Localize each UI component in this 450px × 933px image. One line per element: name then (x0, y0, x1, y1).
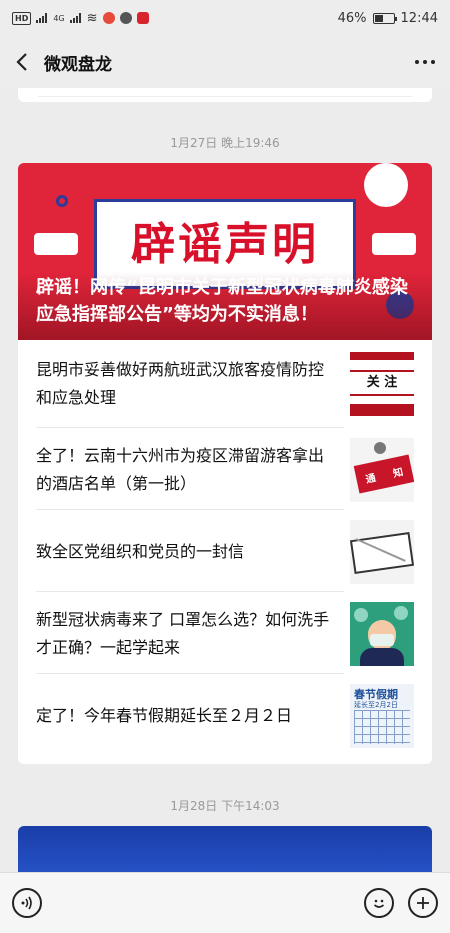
back-button[interactable] (0, 36, 44, 88)
more-dot (431, 60, 435, 64)
divider (36, 427, 344, 428)
list-item[interactable]: 昆明市妥善做好两航班武汉旅客疫情防控和应急处理 关 注 (36, 343, 414, 425)
status-left: HD 4G ≋ (12, 11, 149, 26)
item-title: 定了！今年春节假期延长至２月２日 (36, 706, 293, 725)
more-horizontal-icon (415, 60, 419, 64)
article-card: 辟谣声明 辟谣！网传“昆明市关于新型冠状病毒肺炎感染应急指挥部公告”等均为不实消… (18, 163, 432, 764)
network-type: 4G (53, 13, 65, 23)
battery-fill (374, 14, 383, 22)
decor-dot (364, 163, 408, 207)
plus-icon (417, 897, 429, 909)
more-button[interactable] (400, 36, 450, 88)
pin-icon (374, 442, 386, 454)
hd-chip: HD (12, 11, 32, 25)
previous-message-card[interactable] (18, 88, 432, 102)
thumb-label: 关 注 (350, 370, 414, 396)
emoji-button[interactable] (364, 888, 394, 918)
mask (370, 634, 394, 646)
item-title: 新型冠状病毒来了 口罩怎么选？如何洗手才正确？一起学起来 (36, 610, 330, 657)
status-bar: HD 4G ≋ 46% 12:44 (0, 0, 450, 36)
divider (36, 673, 344, 674)
signal-icon (36, 13, 48, 23)
body (360, 648, 404, 666)
status-right: 46% 12:44 (338, 11, 438, 26)
more-dot (423, 60, 427, 64)
bottom-right-buttons (364, 888, 438, 918)
thumb-band (350, 352, 414, 360)
divider (36, 591, 344, 592)
chevron-left-icon (16, 53, 27, 71)
thumb-char: 通 (364, 472, 377, 486)
chat-notification-icon (119, 12, 132, 24)
nav-bar: 微观盘龙 (0, 36, 450, 88)
calendar-thumbnail: 春节假期 延长至2月2日 (350, 684, 414, 748)
bottom-input-bar (0, 872, 450, 933)
list-item[interactable]: 全了！云南十六州市为疫区滞留游客拿出的酒店名单（第一批） 通 知 (36, 429, 414, 511)
hero-title: 辟谣！网传“昆明市关于新型冠状病毒肺炎感染应急指挥部公告”等均为不实消息！ (36, 277, 408, 325)
divider (36, 509, 344, 510)
voice-icon (21, 896, 32, 910)
item-title: 致全区党组织和党员的一封信 (36, 542, 245, 561)
list-item[interactable]: 定了！今年春节假期延长至２月２日 春节假期 延长至2月2日 (36, 675, 414, 757)
page-title: 微观盘龙 (44, 54, 112, 75)
item-title: 全了！云南十六州市为疫区滞留游客拿出的酒店名单（第一批） (36, 446, 325, 493)
decor-dot (56, 195, 68, 207)
thumb-band (350, 404, 414, 416)
app-notification-icon (102, 12, 115, 24)
clock: 12:44 (400, 10, 438, 26)
list-item[interactable]: 新型冠状病毒来了 口罩怎么选？如何洗手才正确？一起学起来 (36, 593, 414, 675)
thumb-plate: 通 知 (353, 454, 414, 494)
message-timestamp: 1月28日 下午14:03 (170, 799, 280, 813)
plus-button[interactable] (408, 888, 438, 918)
wifi-icon: ≋ (86, 10, 98, 26)
hero-article[interactable]: 辟谣声明 辟谣！网传“昆明市关于新型冠状病毒肺炎感染应急指挥部公告”等均为不实消… (18, 163, 432, 340)
envelope-body (350, 531, 414, 575)
thumb-subtitle: 延长至2月2日 (354, 701, 398, 709)
calendar-grid (354, 710, 410, 744)
list-item[interactable]: 致全区党组织和党员的一封信 (36, 511, 414, 593)
mask-person-thumbnail (350, 602, 414, 666)
next-article-card[interactable] (18, 826, 432, 874)
thumbnail-notice-plate: 通 知 (350, 438, 414, 502)
thumbnail-notice: 关 注 (350, 352, 414, 416)
sign-text: 辟谣声明 (131, 219, 319, 270)
emoji-icon (373, 899, 385, 908)
message-timestamp: 1月27日 晚上19:46 (170, 136, 280, 150)
item-title: 昆明市妥善做好两航班武汉旅客疫情防控和应急处理 (36, 360, 325, 407)
pointing-hand-icon (34, 233, 78, 255)
signal-icon-2 (69, 13, 82, 23)
battery-percent: 46% (337, 10, 367, 26)
envelope-icon (350, 520, 414, 584)
thumb-char: 知 (392, 466, 405, 480)
virus-icon (394, 606, 408, 620)
virus-icon (354, 608, 368, 622)
battery-icon (372, 12, 397, 24)
pointing-hand-icon (372, 233, 416, 255)
voice-button[interactable] (12, 888, 42, 918)
app-notification-icon-2 (136, 12, 149, 24)
